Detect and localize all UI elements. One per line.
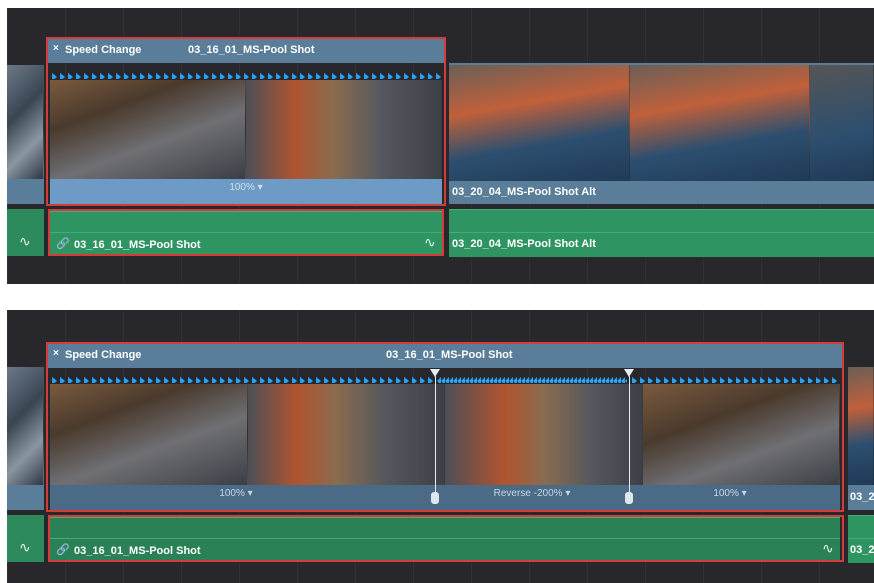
clip-thumbnail [50, 384, 248, 485]
close-icon[interactable]: × [53, 43, 59, 54]
next-clip-thumbnails[interactable] [449, 65, 874, 181]
speed-label-2[interactable]: Reverse -200% ▾ [494, 488, 571, 499]
clip-name: 03_16_01_MS-Pool Shot [188, 44, 315, 56]
curve-icon[interactable]: ∿ [822, 540, 834, 557]
speed-point-handle[interactable] [625, 492, 633, 504]
speed-arrows-reverse [437, 373, 627, 383]
clip-thumbnail [449, 65, 630, 181]
clip-thumbnail [50, 80, 246, 179]
clip-thumbnail [629, 65, 811, 181]
clip-thumbnails [50, 384, 840, 485]
speed-point-line [435, 376, 436, 494]
link-icon: 🔗 [56, 238, 70, 250]
audio-clip[interactable]: 🔗 03_16_01_MS-Pool Shot ∿ [50, 517, 840, 561]
audio-waveform-area [50, 212, 442, 233]
previous-clip-lower [7, 179, 44, 204]
audio-clip[interactable]: 🔗 03_16_01_MS-Pool Shot ∿ [50, 211, 442, 255]
speed-label[interactable]: 100% ▾ [229, 182, 262, 193]
forward-arrows-icon [631, 376, 839, 383]
curve-icon[interactable]: ∿ [19, 539, 31, 556]
clip-header[interactable]: × Speed Change 03_16_01_MS-Pool Shot [48, 39, 444, 63]
audio-clip-name: 03_16_01_MS-Pool Shot [74, 239, 201, 251]
reverse-arrows-icon [437, 376, 627, 383]
curve-icon[interactable]: ∿ [424, 234, 436, 251]
clip-thumbnail [246, 80, 442, 179]
clip-name: 03_16_01_MS-Pool Shot [386, 349, 513, 361]
timeline-panel-bottom: × Speed Change 03_16_01_MS-Pool Shot 100… [7, 310, 874, 583]
next-clip-lower[interactable]: 03_2 [848, 485, 874, 510]
forward-arrows-icon [51, 376, 433, 383]
next-clip-name: 03_2 [850, 491, 874, 503]
previous-clip-lower [7, 485, 44, 510]
clip-thumbnail [445, 384, 643, 485]
speed-change-title: Speed Change [65, 349, 142, 361]
forward-arrows-icon [51, 72, 441, 79]
clip-header[interactable]: × Speed Change 03_16_01_MS-Pool Shot [48, 344, 842, 368]
audio-track-left: ∿ [7, 515, 44, 562]
speed-bar[interactable]: 100% ▾ [50, 179, 442, 204]
timeline-panel-top: × Speed Change 03_16_01_MS-Pool Shot 100… [7, 8, 874, 284]
close-icon[interactable]: × [53, 348, 59, 359]
speed-bar[interactable]: 100% ▾ Reverse -200% ▾ 100% ▾ [50, 485, 840, 510]
clip-thumbnail [810, 65, 874, 181]
speed-point-line [629, 376, 630, 494]
audio-track-left: ∿ [7, 209, 44, 256]
speed-change-title: Speed Change [65, 44, 142, 56]
next-audio-clip[interactable]: 03_2 [848, 515, 874, 563]
previous-clip[interactable] [7, 367, 44, 485]
clip-thumbnail [247, 384, 445, 485]
link-icon: 🔗 [56, 544, 70, 556]
clip-thumbnail [848, 367, 874, 485]
curve-icon[interactable]: ∿ [19, 233, 31, 250]
clip-thumbnail [642, 384, 840, 485]
next-audio-clip-name: 03_2 [850, 544, 874, 556]
clip-thumbnails [50, 80, 442, 179]
audio-waveform-area [449, 210, 874, 233]
audio-clip-name: 03_16_01_MS-Pool Shot [74, 545, 201, 557]
audio-waveform-area [50, 518, 840, 539]
clip-thumbnail [7, 367, 44, 485]
speed-arrows-forward [631, 373, 839, 383]
next-clip-lower[interactable]: 03_20_04_MS-Pool Shot Alt [449, 181, 874, 204]
next-audio-clip-name: 03_20_04_MS-Pool Shot Alt [452, 238, 596, 250]
speed-label-3[interactable]: 100% ▾ [713, 488, 746, 499]
speed-point-handle[interactable] [431, 492, 439, 504]
previous-clip[interactable] [7, 65, 44, 179]
clip-thumbnail [7, 65, 44, 179]
speed-arrows-forward [51, 69, 441, 79]
speed-label-1[interactable]: 100% ▾ [219, 488, 252, 499]
speed-arrows-forward [51, 373, 433, 383]
next-audio-clip[interactable]: 03_20_04_MS-Pool Shot Alt [449, 209, 874, 257]
audio-waveform-area [848, 516, 874, 539]
next-clip-name: 03_20_04_MS-Pool Shot Alt [452, 186, 596, 198]
next-clip-thumbnails[interactable] [848, 367, 874, 485]
